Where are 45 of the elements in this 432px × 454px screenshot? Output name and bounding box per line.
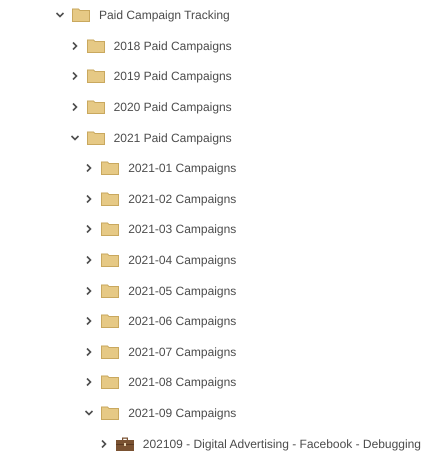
folder-icon <box>101 344 120 359</box>
chevron-right-icon[interactable] <box>84 286 94 296</box>
tree-item-label[interactable]: 2021-03 Campaigns <box>128 220 236 238</box>
tree-item-label[interactable]: 2019 Paid Campaigns <box>114 67 232 86</box>
tree-item-label[interactable]: 2021-09 Campaigns <box>128 404 236 422</box>
tree-item-label[interactable]: 2021-08 Campaigns <box>128 373 236 392</box>
folder-icon <box>86 69 105 84</box>
tree-item-label[interactable]: Paid Campaign Tracking <box>99 6 230 24</box>
folder-icon <box>101 375 120 390</box>
chevron-right-icon[interactable] <box>84 255 94 266</box>
tree-item-label[interactable]: 2021-07 Campaigns <box>128 342 236 361</box>
chevron-down-icon[interactable] <box>55 10 65 20</box>
chevron-right-icon[interactable] <box>84 194 94 204</box>
folder-icon <box>101 192 120 206</box>
folder-icon <box>101 161 120 176</box>
chevron-right-icon[interactable] <box>84 224 94 234</box>
chevron-right-icon[interactable] <box>84 163 94 174</box>
tree-item-label[interactable]: 2021-04 Campaigns <box>128 251 236 270</box>
folder-icon <box>101 314 120 328</box>
chevron-right-icon[interactable] <box>70 40 80 51</box>
folder-icon <box>101 284 120 298</box>
chevron-down-icon[interactable] <box>84 408 94 418</box>
tree-item-label[interactable]: 2021-02 Campaigns <box>128 190 236 208</box>
tree-item-label[interactable]: 2021-06 Campaigns <box>128 312 236 330</box>
tree-item-label[interactable]: 2021-01 Campaigns <box>128 159 236 178</box>
chevron-right-icon[interactable] <box>84 316 94 326</box>
chevron-right-icon[interactable] <box>98 438 109 449</box>
briefcase-icon <box>116 436 134 451</box>
tree-item-label[interactable]: 202109 - Digital Advertising - Facebook - Debugging <box>142 434 421 453</box>
folder-icon <box>86 38 105 53</box>
chevron-down-icon[interactable] <box>70 132 80 143</box>
chevron-right-icon[interactable] <box>84 346 94 357</box>
tree-item-label[interactable]: 2021-05 Campaigns <box>128 282 236 300</box>
chevron-right-icon[interactable] <box>84 377 94 388</box>
chevron-right-icon[interactable] <box>70 102 80 112</box>
tree-item-label[interactable]: 2018 Paid Campaigns <box>114 36 232 55</box>
chevron-right-icon[interactable] <box>70 71 80 82</box>
folder-icon <box>101 253 120 268</box>
tree-item-label[interactable]: 2020 Paid Campaigns <box>114 98 232 116</box>
folder-icon <box>86 100 105 114</box>
folder-icon <box>101 222 120 236</box>
tree-item-label[interactable]: 2021 Paid Campaigns <box>114 128 232 147</box>
folder-icon <box>86 130 105 145</box>
folder-icon <box>101 406 120 420</box>
folder-icon <box>72 8 90 22</box>
